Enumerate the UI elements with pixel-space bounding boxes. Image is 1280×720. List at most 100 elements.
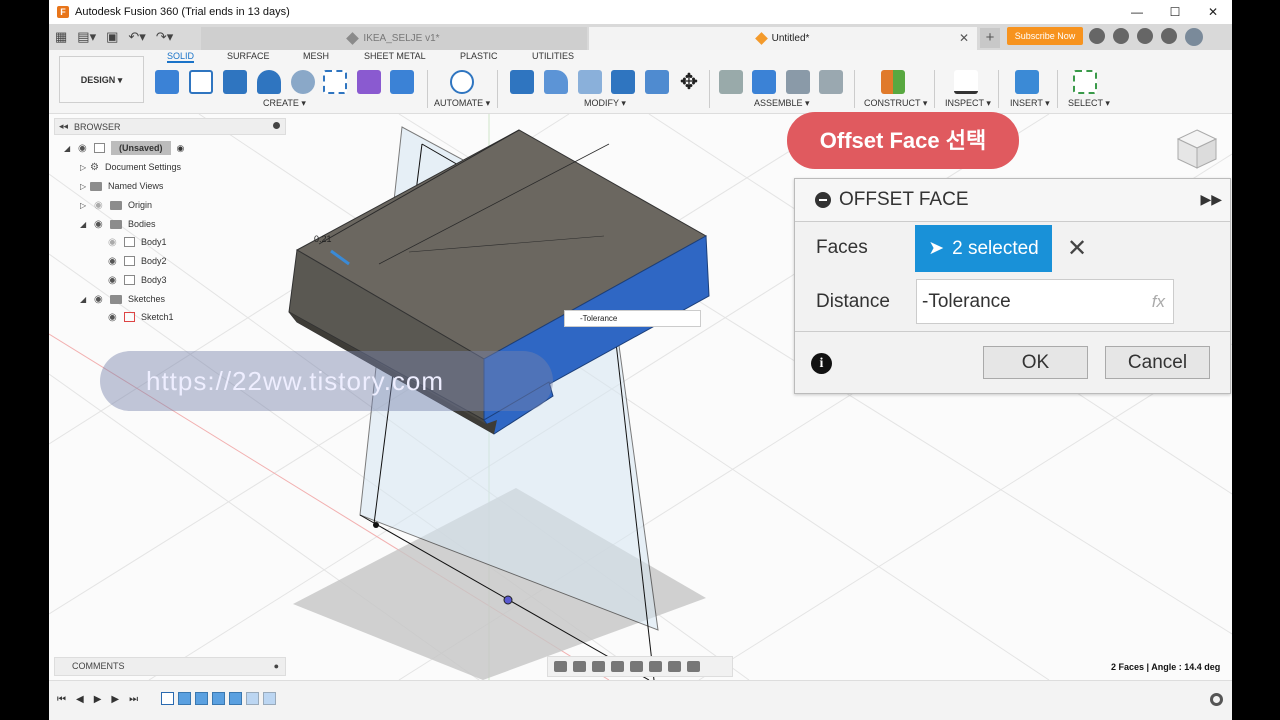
- create-sketch-icon[interactable]: [189, 70, 213, 94]
- timeline-settings-gear-icon[interactable]: [1210, 693, 1223, 706]
- select-group-label[interactable]: SELECT ▾: [1068, 98, 1110, 109]
- faces-selection-button[interactable]: ➤ 2 selected: [915, 225, 1052, 272]
- inspect-group-label[interactable]: INSPECT ▾: [945, 98, 991, 109]
- viewports-icon[interactable]: [687, 661, 700, 672]
- eye-hidden-icon[interactable]: ◉: [108, 237, 120, 248]
- info-icon[interactable]: i: [811, 353, 832, 374]
- eye-icon[interactable]: ◉: [108, 256, 120, 267]
- tab-utilities[interactable]: UTILITIES: [532, 51, 574, 61]
- tab-solid[interactable]: SOLID: [167, 51, 195, 63]
- zoom-icon[interactable]: [611, 661, 624, 672]
- expand-icon[interactable]: ▷: [80, 163, 90, 172]
- derive-icon[interactable]: [390, 70, 414, 94]
- insert-image-icon[interactable]: [1015, 70, 1039, 94]
- play-icon[interactable]: ▶: [94, 694, 102, 705]
- eye-icon[interactable]: ◉: [94, 294, 106, 305]
- eye-icon[interactable]: ◉: [108, 275, 120, 286]
- orbit-icon[interactable]: [554, 661, 567, 672]
- viewcube[interactable]: [1176, 128, 1218, 170]
- construct-group-label[interactable]: CONSTRUCT ▾: [864, 98, 927, 109]
- fit-icon[interactable]: [630, 661, 643, 672]
- help-icon[interactable]: [1161, 28, 1177, 44]
- eye-icon[interactable]: ◉: [108, 312, 120, 323]
- dialog-header[interactable]: OFFSET FACE ▶▶: [795, 179, 1230, 222]
- comments-panel[interactable]: COMMENTS ●: [54, 657, 286, 676]
- shell-icon[interactable]: [578, 70, 602, 94]
- grid-menu-icon[interactable]: ▦: [55, 29, 67, 45]
- combine-icon[interactable]: [611, 70, 635, 94]
- avatar[interactable]: [1185, 28, 1203, 46]
- timeline-extrude-icon[interactable]: [229, 692, 242, 705]
- expand-icon[interactable]: ◢: [64, 144, 74, 153]
- tab-ikea-selje[interactable]: IKEA_SELJE v1*: [201, 27, 587, 50]
- ok-button[interactable]: OK: [983, 346, 1088, 379]
- extrude-icon[interactable]: [223, 70, 247, 94]
- job-status-icon[interactable]: [1113, 28, 1129, 44]
- timeline-extrude-icon[interactable]: [212, 692, 225, 705]
- clear-selection-icon[interactable]: ✕: [1067, 234, 1087, 263]
- radio-icon[interactable]: ◉: [177, 143, 185, 154]
- save-icon[interactable]: ▣: [106, 29, 118, 45]
- tree-item-document-settings[interactable]: ▷ ⚙ Document Settings: [80, 158, 181, 176]
- hole-icon[interactable]: [291, 70, 315, 94]
- tree-item-origin[interactable]: ▷ ◉ Origin: [80, 196, 152, 214]
- insert-group-label[interactable]: INSERT ▾: [1010, 98, 1050, 109]
- timeline-pending-feature-icon[interactable]: [263, 692, 276, 705]
- expand-dialog-icon[interactable]: ▶▶: [1200, 191, 1222, 208]
- tab-sheet-metal[interactable]: SHEET METAL: [364, 51, 426, 61]
- revolve-icon[interactable]: [257, 70, 281, 94]
- go-to-start-icon[interactable]: ⏮: [57, 694, 66, 705]
- new-tab-button[interactable]: +: [980, 28, 1000, 48]
- new-component-icon[interactable]: [752, 70, 776, 94]
- tree-item-root[interactable]: ◢ ◉ (Unsaved) ◉: [64, 139, 184, 157]
- fx-icon[interactable]: fx: [1152, 280, 1165, 323]
- maximize-button[interactable]: ☐: [1156, 0, 1194, 24]
- minimize-button[interactable]: —: [1118, 0, 1156, 24]
- tree-item-bodies[interactable]: ◢ ◉ Bodies: [80, 215, 156, 233]
- offset-face-icon[interactable]: [645, 70, 669, 94]
- add-comment-icon[interactable]: ●: [274, 658, 279, 675]
- expand-icon[interactable]: ◢: [80, 295, 90, 304]
- timeline-extrude-icon[interactable]: [195, 692, 208, 705]
- automate-icon[interactable]: [450, 70, 474, 94]
- rigid-group-icon[interactable]: [819, 70, 843, 94]
- tree-item-body2[interactable]: ◉ Body2: [104, 252, 167, 270]
- construct-plane-icon[interactable]: [881, 70, 905, 94]
- measure-icon[interactable]: [954, 70, 978, 94]
- tree-item-sketches[interactable]: ◢ ◉ Sketches: [80, 290, 165, 308]
- step-back-icon[interactable]: ◀: [76, 694, 84, 705]
- assemble-group-label[interactable]: ASSEMBLE ▾: [754, 98, 810, 109]
- tab-untitled[interactable]: Untitled* ✕: [589, 27, 977, 50]
- create-form-icon[interactable]: [357, 70, 381, 94]
- display-settings-icon[interactable]: [649, 661, 662, 672]
- pin-icon[interactable]: [273, 122, 280, 129]
- eye-icon[interactable]: ◉: [94, 219, 106, 230]
- tree-item-body3[interactable]: ◉ Body3: [104, 271, 167, 289]
- notifications-icon[interactable]: [1137, 28, 1153, 44]
- pattern-icon[interactable]: [323, 70, 347, 94]
- collapse-dialog-icon[interactable]: [815, 192, 831, 208]
- tolerance-tag[interactable]: -Tolerance: [564, 310, 701, 327]
- timeline-extrude-icon[interactable]: [178, 692, 191, 705]
- modify-group-label[interactable]: MODIFY ▾: [584, 98, 626, 109]
- joint-icon[interactable]: [719, 70, 743, 94]
- create-group-label[interactable]: CREATE ▾: [263, 98, 306, 109]
- workspace-switcher[interactable]: DESIGN ▾: [59, 56, 144, 103]
- redo-icon[interactable]: ↷▾: [156, 29, 173, 45]
- close-tab-icon[interactable]: ✕: [959, 31, 969, 45]
- automate-group-label[interactable]: AUTOMATE ▾: [434, 98, 490, 109]
- tree-item-named-views[interactable]: ▷ Named Views: [80, 177, 163, 195]
- new-component-icon[interactable]: [155, 70, 179, 94]
- tab-mesh[interactable]: MESH: [303, 51, 329, 61]
- expand-icon[interactable]: ▷: [80, 201, 90, 210]
- go-to-end-icon[interactable]: ⏭: [129, 694, 138, 705]
- expand-icon[interactable]: ▷: [80, 182, 90, 191]
- tab-surface[interactable]: SURFACE: [227, 51, 270, 61]
- timeline-pending-feature-icon[interactable]: [246, 692, 259, 705]
- fillet-icon[interactable]: [544, 70, 568, 94]
- file-menu-icon[interactable]: ▤▾: [77, 29, 96, 45]
- collapse-icon[interactable]: ◂◂: [59, 121, 68, 132]
- distance-input[interactable]: -Tolerance fx: [916, 279, 1174, 324]
- timeline-sketch-icon[interactable]: [161, 692, 174, 705]
- move-icon[interactable]: ✥: [677, 70, 701, 94]
